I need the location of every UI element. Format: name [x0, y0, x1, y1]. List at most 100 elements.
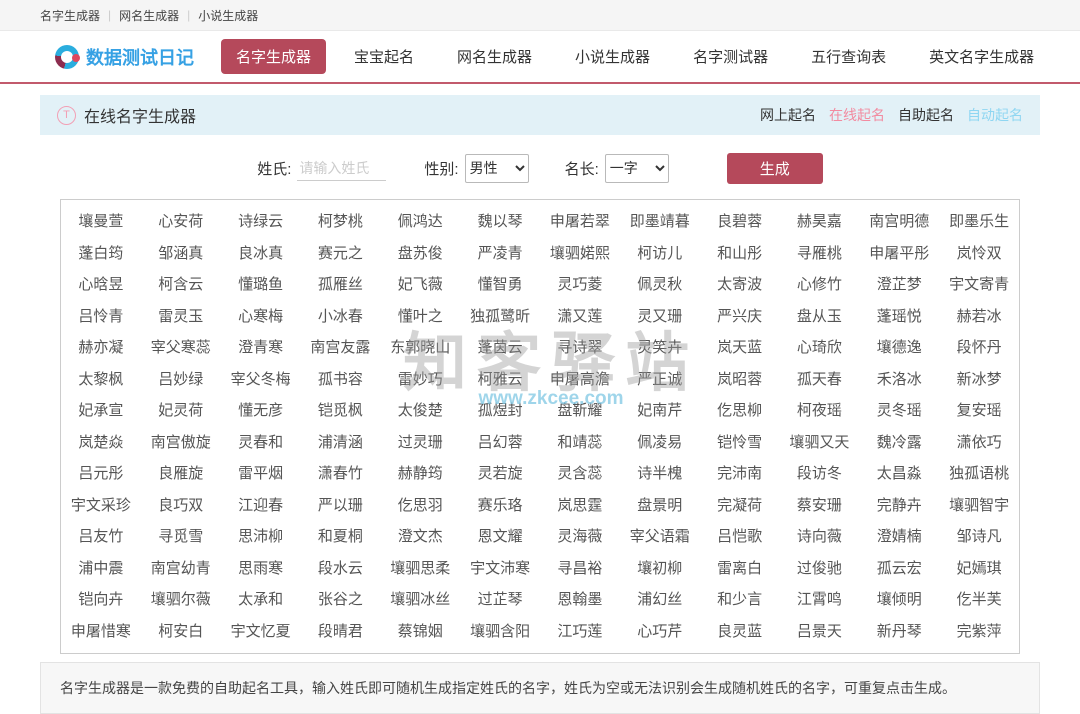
name-item: 铠觅枫 — [301, 395, 381, 427]
topbar-link[interactable]: 名字生成器 — [40, 7, 100, 24]
name-item: 完凝荷 — [700, 490, 780, 522]
panel-link[interactable]: 在线起名 — [829, 105, 885, 125]
name-item: 南宫明德 — [859, 206, 939, 238]
name-item: 吕景天 — [780, 616, 860, 648]
panel-link[interactable]: 网上起名 — [760, 105, 816, 125]
name-item: 诗半槐 — [620, 458, 700, 490]
name-item: 良雁旋 — [141, 458, 221, 490]
name-item: 江巧莲 — [540, 616, 620, 648]
name-item: 灵冬瑶 — [859, 395, 939, 427]
name-item: 诗向薇 — [780, 521, 860, 553]
name-item: 心晗昱 — [61, 269, 141, 301]
nav-item[interactable]: 名字测试器 — [678, 39, 783, 74]
topbar-link[interactable]: 网名生成器 — [119, 7, 179, 24]
name-item: 严凌青 — [460, 238, 540, 270]
panel-link[interactable]: 自动起名 — [967, 105, 1023, 125]
name-item: 完沛南 — [700, 458, 780, 490]
name-item: 吕怜青 — [61, 301, 141, 333]
name-item: 盘从玉 — [780, 301, 860, 333]
name-item: 宇文忆夏 — [221, 616, 301, 648]
name-item: 魏冷露 — [859, 427, 939, 459]
name-item: 柯安白 — [141, 616, 221, 648]
name-item: 懂璐鱼 — [221, 269, 301, 301]
site-logo[interactable]: 数据测试日记 — [55, 44, 207, 70]
name-item: 岚思霆 — [540, 490, 620, 522]
name-item: 段晴君 — [301, 616, 381, 648]
main-nav: 名字生成器宝宝起名网名生成器小说生成器名字测试器五行查询表英文名字生成器 — [221, 39, 1062, 74]
donut-chart-logo-icon — [55, 45, 79, 69]
name-item: 即墨乐生 — [939, 206, 1019, 238]
nav-item[interactable]: 名字生成器 — [221, 39, 326, 74]
name-item: 蓬茵云 — [460, 332, 540, 364]
nav-item[interactable]: 宝宝起名 — [339, 39, 429, 74]
name-item: 良碧蓉 — [700, 206, 780, 238]
name-item: 壤驷含阳 — [460, 616, 540, 648]
name-item: 宰父冬梅 — [221, 364, 301, 396]
name-item: 岚怜双 — [939, 238, 1019, 270]
name-item: 澄婧楠 — [859, 521, 939, 553]
name-item: 蔡锦姻 — [380, 616, 460, 648]
name-item: 壤驷尔薇 — [141, 584, 221, 616]
name-item: 独孤语桃 — [939, 458, 1019, 490]
names-box: 壤曼萱心安荷诗绿云柯梦桃佩鸿达魏以琴申屠若翠即墨靖暮良碧蓉赫昊嘉南宫明德即墨乐生… — [60, 199, 1020, 654]
name-item: 壤驷思柔 — [380, 553, 460, 585]
name-item: 妃飞薇 — [380, 269, 460, 301]
site-logo-text: 数据测试日记 — [86, 44, 194, 70]
name-item: 岚楚焱 — [61, 427, 141, 459]
name-item: 段怀丹 — [939, 332, 1019, 364]
name-item: 仡思柳 — [700, 395, 780, 427]
generator-form: 姓氏: 性别: 男性 名长: 一字 生成 — [40, 150, 1040, 186]
name-item: 铠向卉 — [61, 584, 141, 616]
panel-link[interactable]: 自助起名 — [898, 105, 954, 125]
name-item: 灵春和 — [221, 427, 301, 459]
name-item: 妃承宣 — [61, 395, 141, 427]
length-select[interactable]: 一字 — [605, 154, 669, 183]
topbar-link[interactable]: 小说生成器 — [198, 7, 258, 24]
name-item: 赛元之 — [301, 238, 381, 270]
name-item: 心寒梅 — [221, 301, 301, 333]
name-item: 妃灵荷 — [141, 395, 221, 427]
name-item: 宰父寒蕊 — [141, 332, 221, 364]
name-item: 柯梦桃 — [301, 206, 381, 238]
name-item: 申屠平彤 — [859, 238, 939, 270]
name-item: 懂无彦 — [221, 395, 301, 427]
name-item: 盘苏俊 — [380, 238, 460, 270]
name-item: 雷灵玉 — [141, 301, 221, 333]
name-item: 浦幻丝 — [620, 584, 700, 616]
name-item: 南宫友露 — [301, 332, 381, 364]
name-item: 壤驷智宇 — [939, 490, 1019, 522]
name-item: 蓬白筠 — [61, 238, 141, 270]
name-item: 仡思羽 — [380, 490, 460, 522]
name-item: 禾洛冰 — [859, 364, 939, 396]
name-item: 宇文寄青 — [939, 269, 1019, 301]
name-item: 孤天春 — [780, 364, 860, 396]
name-item: 心琦欣 — [780, 332, 860, 364]
name-item: 蔡安珊 — [780, 490, 860, 522]
name-item: 良灵蓝 — [700, 616, 780, 648]
name-item: 心修竹 — [780, 269, 860, 301]
name-item: 思沛柳 — [221, 521, 301, 553]
name-item: 和少言 — [700, 584, 780, 616]
name-item: 申屠若翠 — [540, 206, 620, 238]
panel-title-text: 在线名字生成器 — [84, 103, 196, 127]
surname-input[interactable] — [297, 156, 386, 181]
surname-label: 姓氏: — [257, 158, 291, 179]
name-item: 寻昌裕 — [540, 553, 620, 585]
name-item: 赛乐珞 — [460, 490, 540, 522]
generate-button[interactable]: 生成 — [727, 153, 823, 184]
name-item: 吕元彤 — [61, 458, 141, 490]
name-item: 申屠高澹 — [540, 364, 620, 396]
name-item: 江迎春 — [221, 490, 301, 522]
name-item: 吕幻蓉 — [460, 427, 540, 459]
nav-item[interactable]: 英文名字生成器 — [914, 39, 1049, 74]
nav-item[interactable]: 小说生成器 — [560, 39, 665, 74]
gender-select[interactable]: 男性 — [465, 154, 529, 183]
name-item: 壤德逸 — [859, 332, 939, 364]
name-item: 壤驷又天 — [780, 427, 860, 459]
nav-item[interactable]: 五行查询表 — [796, 39, 901, 74]
nav-item[interactable]: 网名生成器 — [442, 39, 547, 74]
name-item: 懂智勇 — [460, 269, 540, 301]
name-item: 江霄鸣 — [780, 584, 860, 616]
name-item: 诗绿云 — [221, 206, 301, 238]
name-item: 雷妙巧 — [380, 364, 460, 396]
